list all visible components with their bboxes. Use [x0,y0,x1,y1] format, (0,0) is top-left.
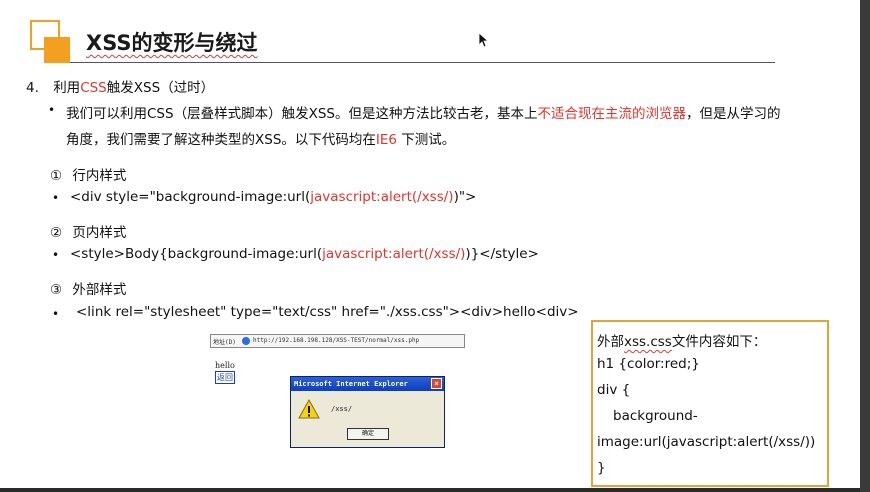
intro-text: 角度，我们需要了解这种类型的XSS。以下代码均在 [66,132,376,148]
ie-page-icon [242,337,250,345]
item-title: 行内样式 [72,168,127,184]
warning-icon [298,399,320,419]
box-text: 文件内容如下： [671,334,767,350]
code-text: <div style="background-image:url( [70,189,311,205]
item-3-code: <link rel="stylesheet" type="text/css" h… [76,304,579,320]
item-marker: ③ [50,282,63,298]
code-text: <link rel="stylesheet" type="text/css" h… [76,304,579,320]
css-file-box: 外部xss.css文件内容如下： h1 {color:red;} div { b… [591,320,829,487]
address-bar: 地址(D) http://192.168.198.128/XSS-TEST/no… [210,334,465,348]
ie6-screenshot: 地址(D) http://192.168.198.128/XSS-TEST/no… [210,334,470,454]
bullet-dot: • [48,103,56,117]
intro-text: ，但是从学习的 [685,106,781,122]
item-title: 页内样式 [72,225,127,241]
item-2-code: <style>Body{background-image:url(javascr… [70,246,539,262]
intro-text: 我们可以利用CSS（层叠样式脚本）触发XSS。但是这种方法比较古老，基本上 [66,106,538,122]
address-label: 地址(D) [213,339,236,346]
intro-highlight: 不适合现在主流的浏览器 [537,106,686,122]
intro-line-2: 角度，我们需要了解这种类型的XSS。以下代码均在IE6 下测试。 [66,128,455,148]
title-divider [70,62,775,63]
logo-square-fill [44,37,70,63]
back-link: 返回 [215,371,235,384]
code-highlight: javascript:alert(/xss/) [322,246,466,262]
section-title-css: CSS [80,80,107,96]
intro-line-1: 我们可以利用CSS（层叠样式脚本）触发XSS。但是这种方法比较古老，基本上不适合… [66,102,780,122]
bullet-dot: • [52,307,60,321]
bullet-dot: • [52,191,60,205]
css-box-line: image:url(javascript:alert(/xss/)) [597,434,816,450]
section-title-pre: 利用 [53,80,81,96]
bullet-dot: • [52,248,60,262]
section-number: 4. [26,80,39,96]
box-text: 外部 [597,334,624,350]
code-text: )}</style> [465,246,539,262]
slide: XSS的变形与绕过 4. 利用CSS触发XSS（过时） • 我们可以利用CSS（… [0,0,860,488]
section-heading: 4. 利用CSS触发XSS（过时） [26,76,214,96]
item-marker: ① [50,168,63,184]
css-box-line: } [597,460,606,476]
css-box-line: background- [613,408,698,424]
section-title-post: 触发XSS（过时） [106,80,215,96]
alert-dialog: Microsoft Internet Explorer × /xss/ 确定 [290,376,445,448]
mouse-cursor-icon [478,32,490,48]
item-2-heading: ② 页内样式 [50,221,126,241]
code-text: )"> [453,189,477,205]
item-3-heading: ③ 外部样式 [50,278,126,298]
css-box-line: div { [597,382,631,398]
css-filename: xss.css [624,334,672,350]
item-1-code: <div style="background-image:url(javascr… [70,189,476,205]
item-1-heading: ① 行内样式 [50,164,126,184]
item-marker: ② [50,225,63,241]
address-url: http://192.168.198.128/XSS-TEST/normal/x… [253,337,420,344]
code-highlight: javascript:alert(/xss/) [310,189,454,205]
intro-text: 下测试。 [397,132,456,148]
item-title: 外部样式 [72,282,127,298]
css-box-line: h1 {color:red;} [597,356,700,372]
code-text: <style>Body{background-image:url( [70,246,323,262]
intro-highlight-ie6: IE6 [375,132,397,148]
dialog-close-icon: × [431,378,442,389]
css-box-heading: 外部xss.css文件内容如下： [597,330,766,350]
dialog-ok-button: 确定 [347,428,389,440]
page-hello-text: hello [215,361,235,370]
window-edge [860,0,870,492]
dialog-titlebar: Microsoft Internet Explorer × [291,377,444,391]
page-title: XSS的变形与绕过 [86,31,258,55]
dialog-message: /xss/ [331,405,353,413]
dialog-title: Microsoft Internet Explorer [294,380,408,388]
